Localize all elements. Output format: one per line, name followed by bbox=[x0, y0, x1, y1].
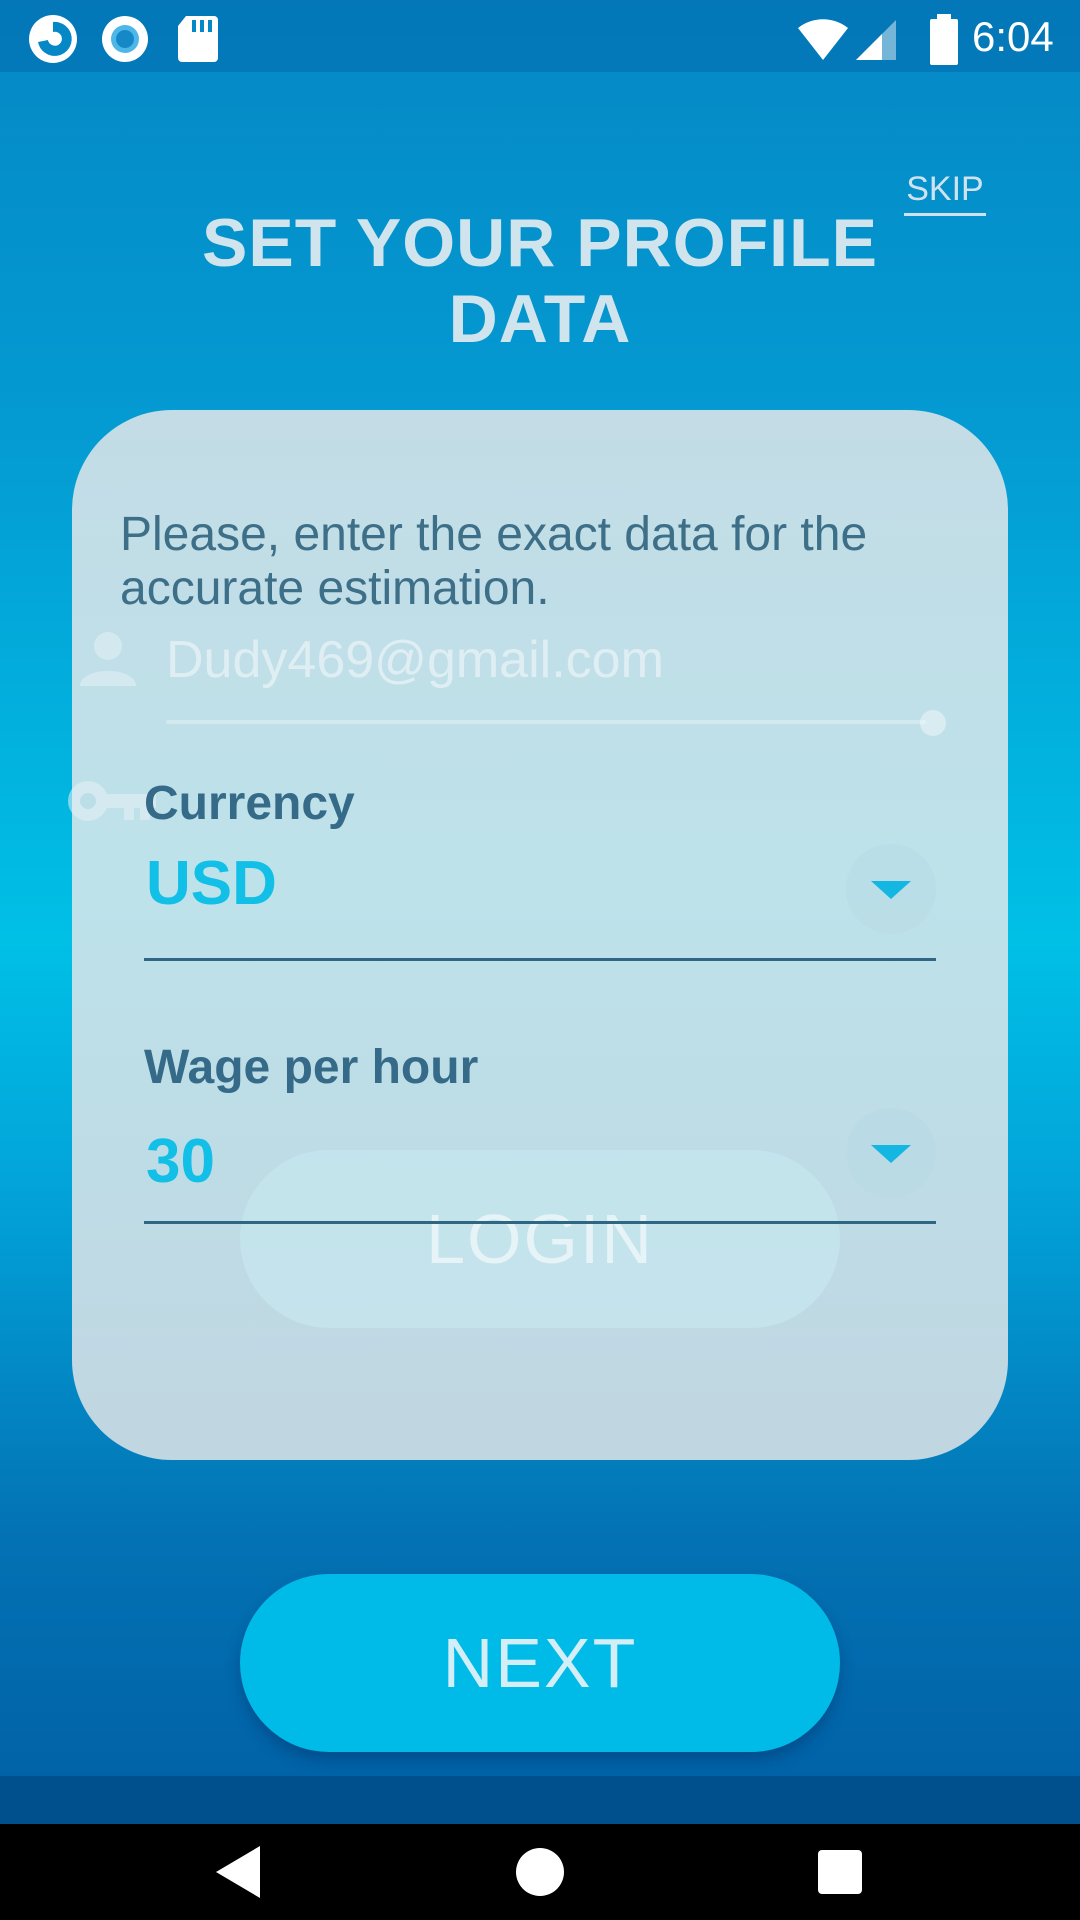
intro-text: Please, enter the exact data for the acc… bbox=[120, 508, 868, 615]
battery-icon bbox=[930, 14, 958, 65]
currency-dropdown-button[interactable] bbox=[846, 844, 936, 934]
key-icon bbox=[68, 781, 156, 821]
currency-underline bbox=[144, 958, 936, 961]
page-title: SET YOUR PROFILE DATA bbox=[202, 205, 878, 357]
home-icon[interactable] bbox=[516, 1848, 564, 1896]
wage-underline bbox=[144, 1221, 936, 1224]
wage-dropdown-button[interactable] bbox=[846, 1108, 936, 1198]
ghost-email-field: Dudy469@gmail.com bbox=[166, 631, 664, 689]
wage-label: Wage per hour bbox=[144, 1041, 479, 1094]
user-icon bbox=[80, 632, 136, 686]
chevron-down-icon bbox=[871, 1145, 911, 1163]
sd-card-icon bbox=[178, 16, 218, 62]
next-button[interactable]: NEXT bbox=[240, 1574, 840, 1752]
currency-value[interactable]: USD bbox=[146, 844, 746, 924]
navigation-bar bbox=[0, 1824, 1080, 1920]
status-bar: 6:04 bbox=[0, 0, 1080, 72]
chevron-down-icon bbox=[871, 881, 911, 899]
wage-value[interactable]: 30 bbox=[146, 1122, 746, 1202]
cell-signal-icon bbox=[856, 20, 896, 60]
app-notification-icon bbox=[29, 15, 77, 63]
ghost-email-underline bbox=[166, 720, 926, 724]
recents-icon[interactable] bbox=[818, 1850, 862, 1894]
currency-label: Currency bbox=[144, 777, 355, 830]
back-icon[interactable] bbox=[214, 1844, 264, 1900]
radio-notification-icon bbox=[102, 16, 148, 62]
status-time: 6:04 bbox=[972, 13, 1054, 60]
wifi-icon bbox=[798, 19, 848, 60]
bottom-strip bbox=[0, 1776, 1080, 1824]
ghost-field-dot bbox=[920, 710, 946, 736]
